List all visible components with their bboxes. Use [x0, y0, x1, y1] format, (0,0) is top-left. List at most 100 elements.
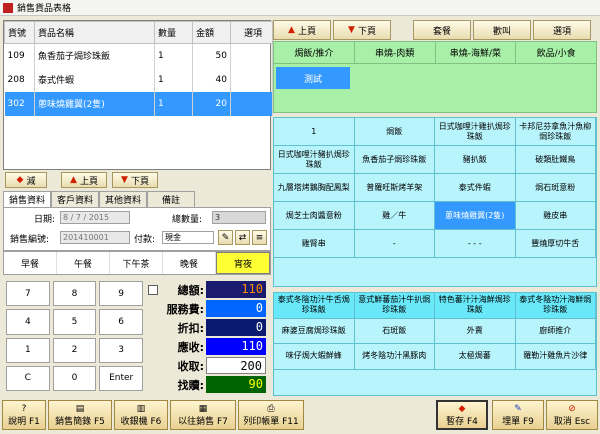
category-drinks-snacks[interactable]: 飲品/小食	[516, 42, 596, 64]
menu-item[interactable]: 泰式件蝦	[435, 174, 516, 202]
menu-item[interactable]: 魚香茄子焗珍珠飯	[354, 146, 435, 174]
list-icon-button[interactable]: ≡	[252, 230, 267, 245]
key-9[interactable]: 9	[99, 281, 143, 307]
menu-item[interactable]: 廚師推介	[515, 318, 596, 344]
menu-item[interactable]: 太極焗蕃	[435, 344, 516, 370]
key-0[interactable]: 0	[52, 365, 97, 391]
menu-item[interactable]: 豬扒飯	[435, 146, 516, 174]
menu-item[interactable]: 雞／牛	[354, 202, 435, 230]
option-button[interactable]: 選項	[533, 20, 591, 40]
key-4[interactable]: 4	[6, 309, 50, 335]
menu-item[interactable]: 味仔焗大蝦鮮蜂	[274, 344, 355, 370]
help-button[interactable]: ? 說明 F1	[2, 400, 46, 430]
category-skewers-seafood[interactable]: 串燒-海鮮/菜	[435, 42, 517, 64]
sales-record-button[interactable]: ▤ 銷售簡錄 F5	[48, 400, 112, 430]
menu-page-up-button[interactable]: ▲ 上頁	[273, 20, 331, 40]
swap-icon-button[interactable]: ⇄	[235, 230, 250, 245]
menu-item[interactable]: 普羅旺斯烤羊架	[354, 174, 435, 202]
date-field[interactable]: 8 / 7 / 2015	[60, 211, 130, 224]
menu-item[interactable]: 泰式冬陰功汁海鮮焗珍珠飯	[515, 293, 596, 319]
total-checkbox[interactable]	[148, 284, 158, 295]
menu-item[interactable]: 麻婆豆腐焗珍珠飯	[274, 318, 355, 344]
menu-item[interactable]: - - -	[435, 230, 516, 258]
service-value[interactable]: 0	[206, 300, 266, 317]
key-clear[interactable]: C	[6, 365, 50, 391]
invoice-field[interactable]: 201410001	[60, 231, 130, 244]
key-3[interactable]: 3	[99, 337, 143, 363]
key-5[interactable]: 5	[52, 309, 97, 335]
menu-item[interactable]: 焗石斑意粉	[515, 174, 596, 202]
payment-label: 付款:	[134, 235, 156, 245]
tab-other-info[interactable]: 其他資料	[99, 191, 147, 207]
meal-supper[interactable]: 宵夜	[216, 252, 270, 274]
menu-item[interactable]: 意式鮮蕃茄汁牛扒焗珍珠飯	[354, 293, 435, 319]
date-label: 日期:	[34, 215, 56, 225]
tab-notes[interactable]: 備註	[147, 191, 195, 207]
menu-item[interactable]: 泰式冬陰功汁牛舌焗珍珠飯	[274, 293, 355, 319]
menu-item[interactable]: 豐燒厚切牛舌	[515, 230, 596, 258]
menu-item[interactable]: 破類肚鐵鳥	[515, 146, 596, 174]
menu-item[interactable]: 雞腎串	[274, 230, 355, 258]
menu-item[interactable]: 特色蕃汁汁海鮮焗珍珠飯	[435, 293, 516, 319]
payment-select[interactable]: 現金	[162, 231, 214, 244]
subcategory-test[interactable]: 測試	[276, 67, 350, 89]
menu-page-down-button[interactable]: ▼ 下頁	[333, 20, 391, 40]
category-baked-rice[interactable]: 焗飯/推介	[274, 42, 355, 64]
total-value: 110	[206, 281, 266, 298]
discount-value[interactable]: 0	[206, 319, 266, 336]
menu-item[interactable]: -	[354, 230, 435, 258]
cash-register-button[interactable]: ▥ 收銀機 F6	[114, 400, 168, 430]
menu-item[interactable]: 日式咖哩汁雞扒焗珍珠飯	[435, 118, 516, 146]
swap-icon: ⇄	[238, 232, 247, 243]
set-meal-button[interactable]: 套餐	[413, 20, 471, 40]
title-bar: 銷售貨品表格	[0, 0, 600, 16]
key-2[interactable]: 2	[52, 337, 97, 363]
key-7[interactable]: 7	[6, 281, 50, 307]
hold-button[interactable]: ◆ 暫存 F4	[436, 400, 488, 430]
minus-button[interactable]: ◆ 減	[5, 172, 47, 188]
menu-item[interactable]: 焗芝士肉醬意粉	[274, 202, 355, 230]
item-amount: 40	[192, 67, 231, 92]
edit-icon-button[interactable]: ✎	[218, 230, 233, 245]
table-row-selected[interactable]: 302 蔥味燒雞翼(2隻) 1 20	[4, 91, 273, 116]
total-label: 總額:	[177, 283, 204, 297]
print-bill-button[interactable]: ⎙ 列印帳單 F11	[238, 400, 304, 430]
received-label: 收取:	[177, 359, 204, 373]
menu-item[interactable]: 石斑飯	[354, 318, 435, 344]
menu-item[interactable]: 1	[274, 118, 355, 146]
cancel-button[interactable]: ⊘ 取消 Esc	[546, 400, 598, 430]
hold-icon: ◆	[458, 403, 466, 414]
table-row[interactable]: 208 泰式件蝦 1 40	[4, 67, 273, 92]
left-page-up-button[interactable]: ▲ 上頁	[61, 172, 107, 188]
category-skewers-meat[interactable]: 串燒-肉類	[354, 42, 436, 64]
left-page-down-button[interactable]: ▼ 下頁	[112, 172, 158, 188]
window-title: 銷售貨品表格	[17, 4, 72, 14]
arrow-up-icon: ▲	[288, 25, 295, 35]
key-8[interactable]: 8	[52, 281, 97, 307]
meal-afternoon-tea[interactable]: 下午茶	[110, 252, 163, 274]
tab-sales-info[interactable]: 銷售資料	[3, 191, 51, 207]
menu-item[interactable]: 外賣	[435, 318, 516, 344]
tab-customer-info[interactable]: 客戶資料	[51, 191, 99, 207]
key-enter[interactable]: Enter	[99, 365, 143, 391]
menu-item[interactable]: 雞皮串	[515, 202, 596, 230]
item-option	[230, 67, 273, 92]
key-1[interactable]: 1	[6, 337, 50, 363]
call-button[interactable]: 歡叫	[473, 20, 531, 40]
menu-item-selected[interactable]: 蔥味燒雞翼(2隻)	[435, 202, 516, 230]
meal-dinner[interactable]: 晚餐	[163, 252, 216, 274]
table-row[interactable]: 109 魚香茄子焗珍珠飯 1 50	[4, 43, 273, 68]
menu-item[interactable]: 羅勒汁雞魚片沙律	[515, 344, 596, 370]
menu-item[interactable]: 卡邦尼芬拿魚汁魚柳焗珍珠飯	[515, 118, 596, 146]
received-value[interactable]: 200	[206, 357, 266, 374]
previous-sales-button[interactable]: ▦ 以往銷售 F7	[170, 400, 236, 430]
menu-item[interactable]: 焗飯	[354, 118, 435, 146]
meal-breakfast[interactable]: 早餐	[4, 252, 57, 274]
menu-item[interactable]: 日式咖哩汁豬扒焗珍珠飯	[274, 146, 355, 174]
meal-lunch[interactable]: 午餐	[57, 252, 110, 274]
key-6[interactable]: 6	[99, 309, 143, 335]
menu-item[interactable]: 烤冬陰功汁黑豚肉	[354, 344, 435, 370]
menu-item[interactable]: 九層塔烤鵝胸配鳳梨	[274, 174, 355, 202]
submit-bill-button[interactable]: ✎ 埋單 F9	[492, 400, 544, 430]
totals-panel: 總額: 110 服務費: 0 折扣: 0 應收: 110 收取: 200 找贖:…	[148, 280, 268, 394]
